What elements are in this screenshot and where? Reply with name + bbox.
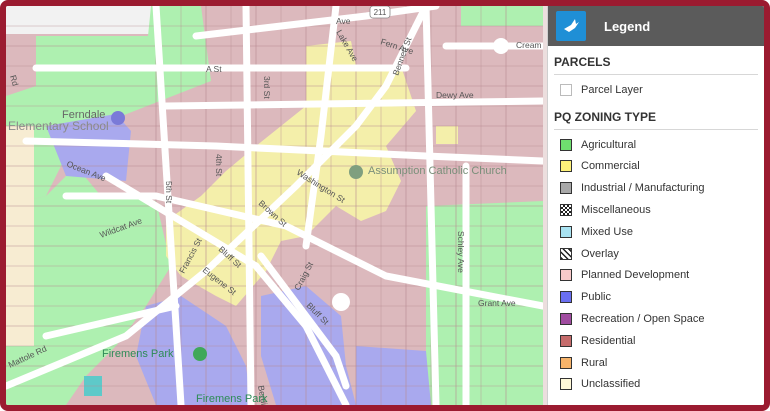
legend-item-label: Commercial (581, 160, 640, 173)
recreation-swatch (560, 313, 572, 326)
map-canvas[interactable]: 211 Ave Fern Ave A St 3rd St Lake Ave Be… (6, 6, 543, 405)
school-label: Elementary School (8, 119, 109, 133)
legend-item-overlay[interactable]: Overlay (560, 243, 764, 265)
church-pin-icon[interactable] (349, 165, 363, 179)
app-frame: 211 Ave Fern Ave A St 3rd St Lake Ave Be… (0, 0, 770, 411)
rural-swatch (560, 356, 572, 369)
legend-item-label: Residential (581, 334, 636, 347)
legend-item-public[interactable]: Public (560, 286, 764, 308)
legend-panel: Legend PARCELS Parcel Layer PQ ZONING TY… (547, 6, 764, 405)
legend-item-recreation[interactable]: Recreation / Open Space (560, 308, 764, 330)
street-label: Cream (516, 40, 542, 50)
parcel-layer-swatch (560, 83, 572, 96)
legend-item-label: Planned Development (581, 269, 690, 282)
cul-de-sac (332, 293, 350, 311)
zoning-map[interactable]: 211 Ave Fern Ave A St 3rd St Lake Ave Be… (6, 6, 543, 405)
legend-item-label: Recreation / Open Space (581, 313, 705, 326)
industrial-swatch (560, 182, 572, 195)
street-label: 3rd St (262, 76, 272, 99)
legend-item-unclassified[interactable]: Unclassified (560, 374, 764, 396)
zoning-heading: PQ ZONING TYPE (554, 110, 758, 130)
mixed-use-swatch (560, 225, 572, 238)
legend-item-miscellaneous[interactable]: Miscellaneous (560, 199, 764, 221)
park-label-south: Firemens Park (196, 393, 268, 405)
legend-item-rural[interactable]: Rural (560, 352, 764, 374)
park-label: Firemens Park (102, 348, 174, 360)
legend-item-label: Industrial / Manufacturing (581, 182, 705, 195)
legend-item-agricultural[interactable]: Agricultural (560, 134, 764, 156)
legend-item-label: Agricultural (581, 138, 637, 151)
rural-strip (6, 126, 34, 346)
agricultural-swatch (560, 138, 572, 151)
school-pin-icon[interactable] (111, 111, 125, 125)
parcels-heading: PARCELS (554, 55, 758, 75)
street-label: Ave (336, 16, 351, 26)
legend-item-label: Unclassified (581, 378, 641, 391)
legend-item-mixed-use[interactable]: Mixed Use (560, 221, 764, 243)
unzoned-area (6, 6, 151, 34)
public-swatch (560, 291, 572, 304)
public-area-se (356, 346, 431, 405)
street-label: 5th St (164, 181, 174, 204)
legend-item-industrial[interactable]: Industrial / Manufacturing (560, 177, 764, 199)
legend-item-label: Miscellaneous (581, 204, 651, 217)
planned-development-swatch (560, 269, 572, 282)
legend-item-label: Rural (581, 356, 608, 369)
highway-shield-label: 211 (374, 8, 387, 17)
legend-item-residential[interactable]: Residential (560, 330, 764, 352)
park-pin-icon[interactable] (193, 347, 207, 361)
unclassified-swatch (560, 378, 572, 391)
cul-de-sac-ne (493, 38, 509, 54)
legend-item-label: Mixed Use (581, 225, 633, 238)
legend-item-planned-development[interactable]: Planned Development (560, 265, 764, 287)
legend-logo-icon[interactable] (556, 11, 586, 41)
church-label: Assumption Catholic Church (368, 165, 507, 177)
parcel-layer-item[interactable]: Parcel Layer (560, 79, 764, 101)
street-label: A St (206, 64, 222, 74)
legend-header: Legend (548, 6, 764, 46)
street-label: Schley Ave (456, 231, 466, 273)
legend-item-commercial[interactable]: Commercial (560, 156, 764, 178)
commercial-parcel-east (436, 126, 458, 144)
overlay-swatch (560, 247, 572, 260)
street-label: Grant Ave (478, 298, 516, 308)
street-label: Dewy Ave (436, 90, 474, 100)
legend-item-label: Public (581, 291, 611, 304)
miscellaneous-swatch (560, 204, 572, 217)
legend-item-label: Overlay (581, 247, 619, 260)
agricultural-area-ne (461, 6, 543, 26)
residential-swatch (560, 334, 572, 347)
street-label: 4th St (214, 154, 224, 177)
legend-title: Legend (604, 18, 651, 34)
commercial-swatch (560, 160, 572, 173)
bird-icon (564, 19, 579, 32)
parcel-layer-label: Parcel Layer (581, 83, 643, 96)
